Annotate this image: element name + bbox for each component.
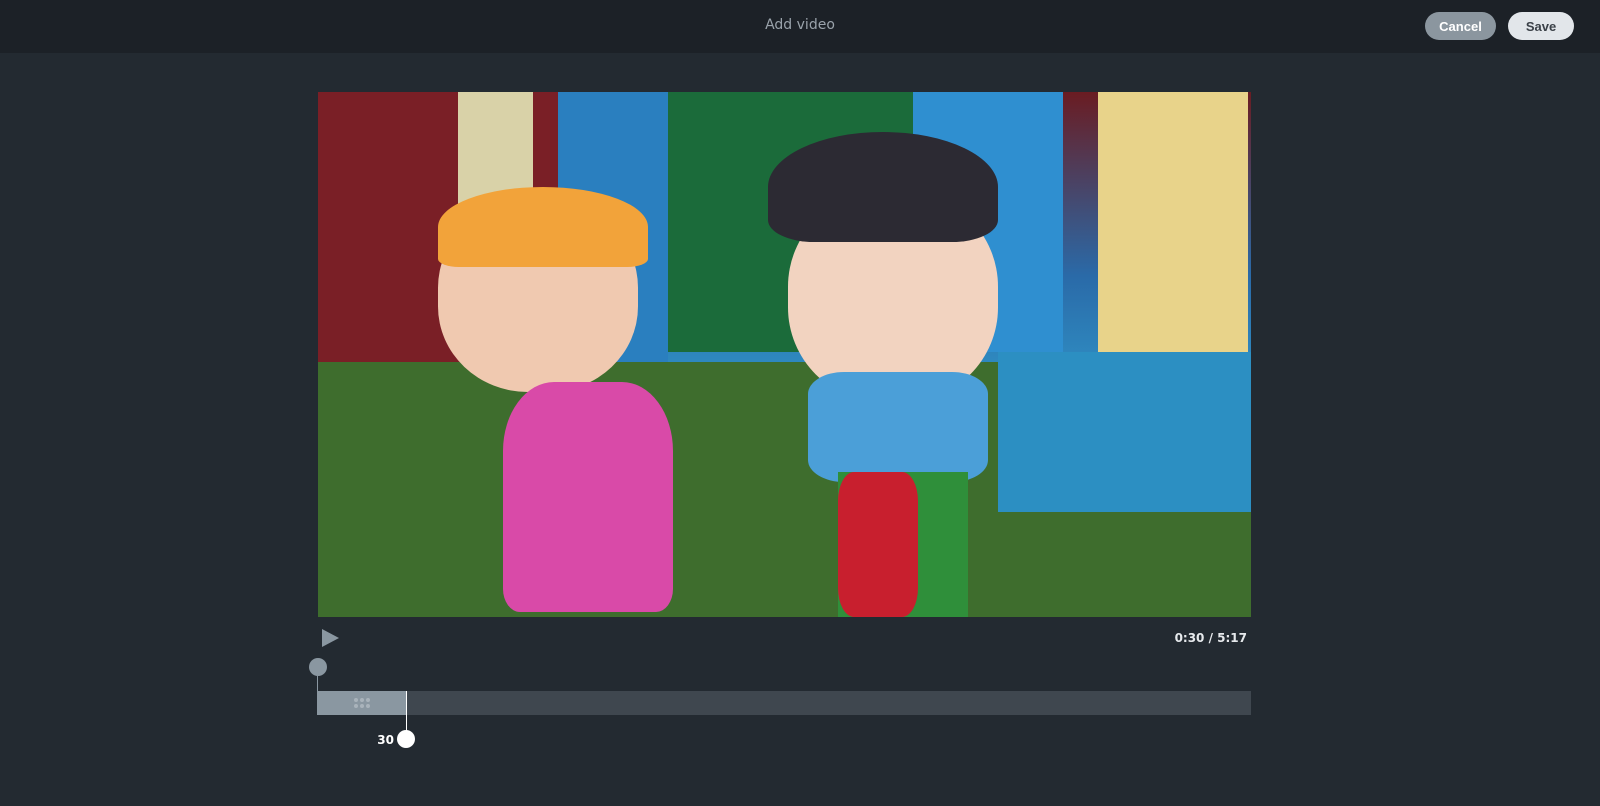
trim-end-line bbox=[406, 691, 407, 733]
header-bar: Add video Cancel Save bbox=[0, 0, 1600, 53]
trim-end-handle[interactable] bbox=[397, 730, 415, 748]
save-button[interactable]: Save bbox=[1508, 12, 1574, 40]
cancel-button[interactable]: Cancel bbox=[1425, 12, 1496, 40]
play-icon[interactable] bbox=[322, 629, 339, 647]
trim-selection[interactable] bbox=[318, 691, 406, 715]
time-readout: 0:30 / 5:17 bbox=[1174, 631, 1247, 645]
page-title: Add video bbox=[765, 17, 835, 33]
trim-end-label: 30 bbox=[377, 733, 394, 747]
video-preview[interactable] bbox=[318, 92, 1251, 617]
drag-grip-icon[interactable] bbox=[354, 698, 370, 708]
trim-start-handle[interactable] bbox=[309, 658, 327, 676]
timeline-track[interactable] bbox=[318, 691, 1251, 715]
